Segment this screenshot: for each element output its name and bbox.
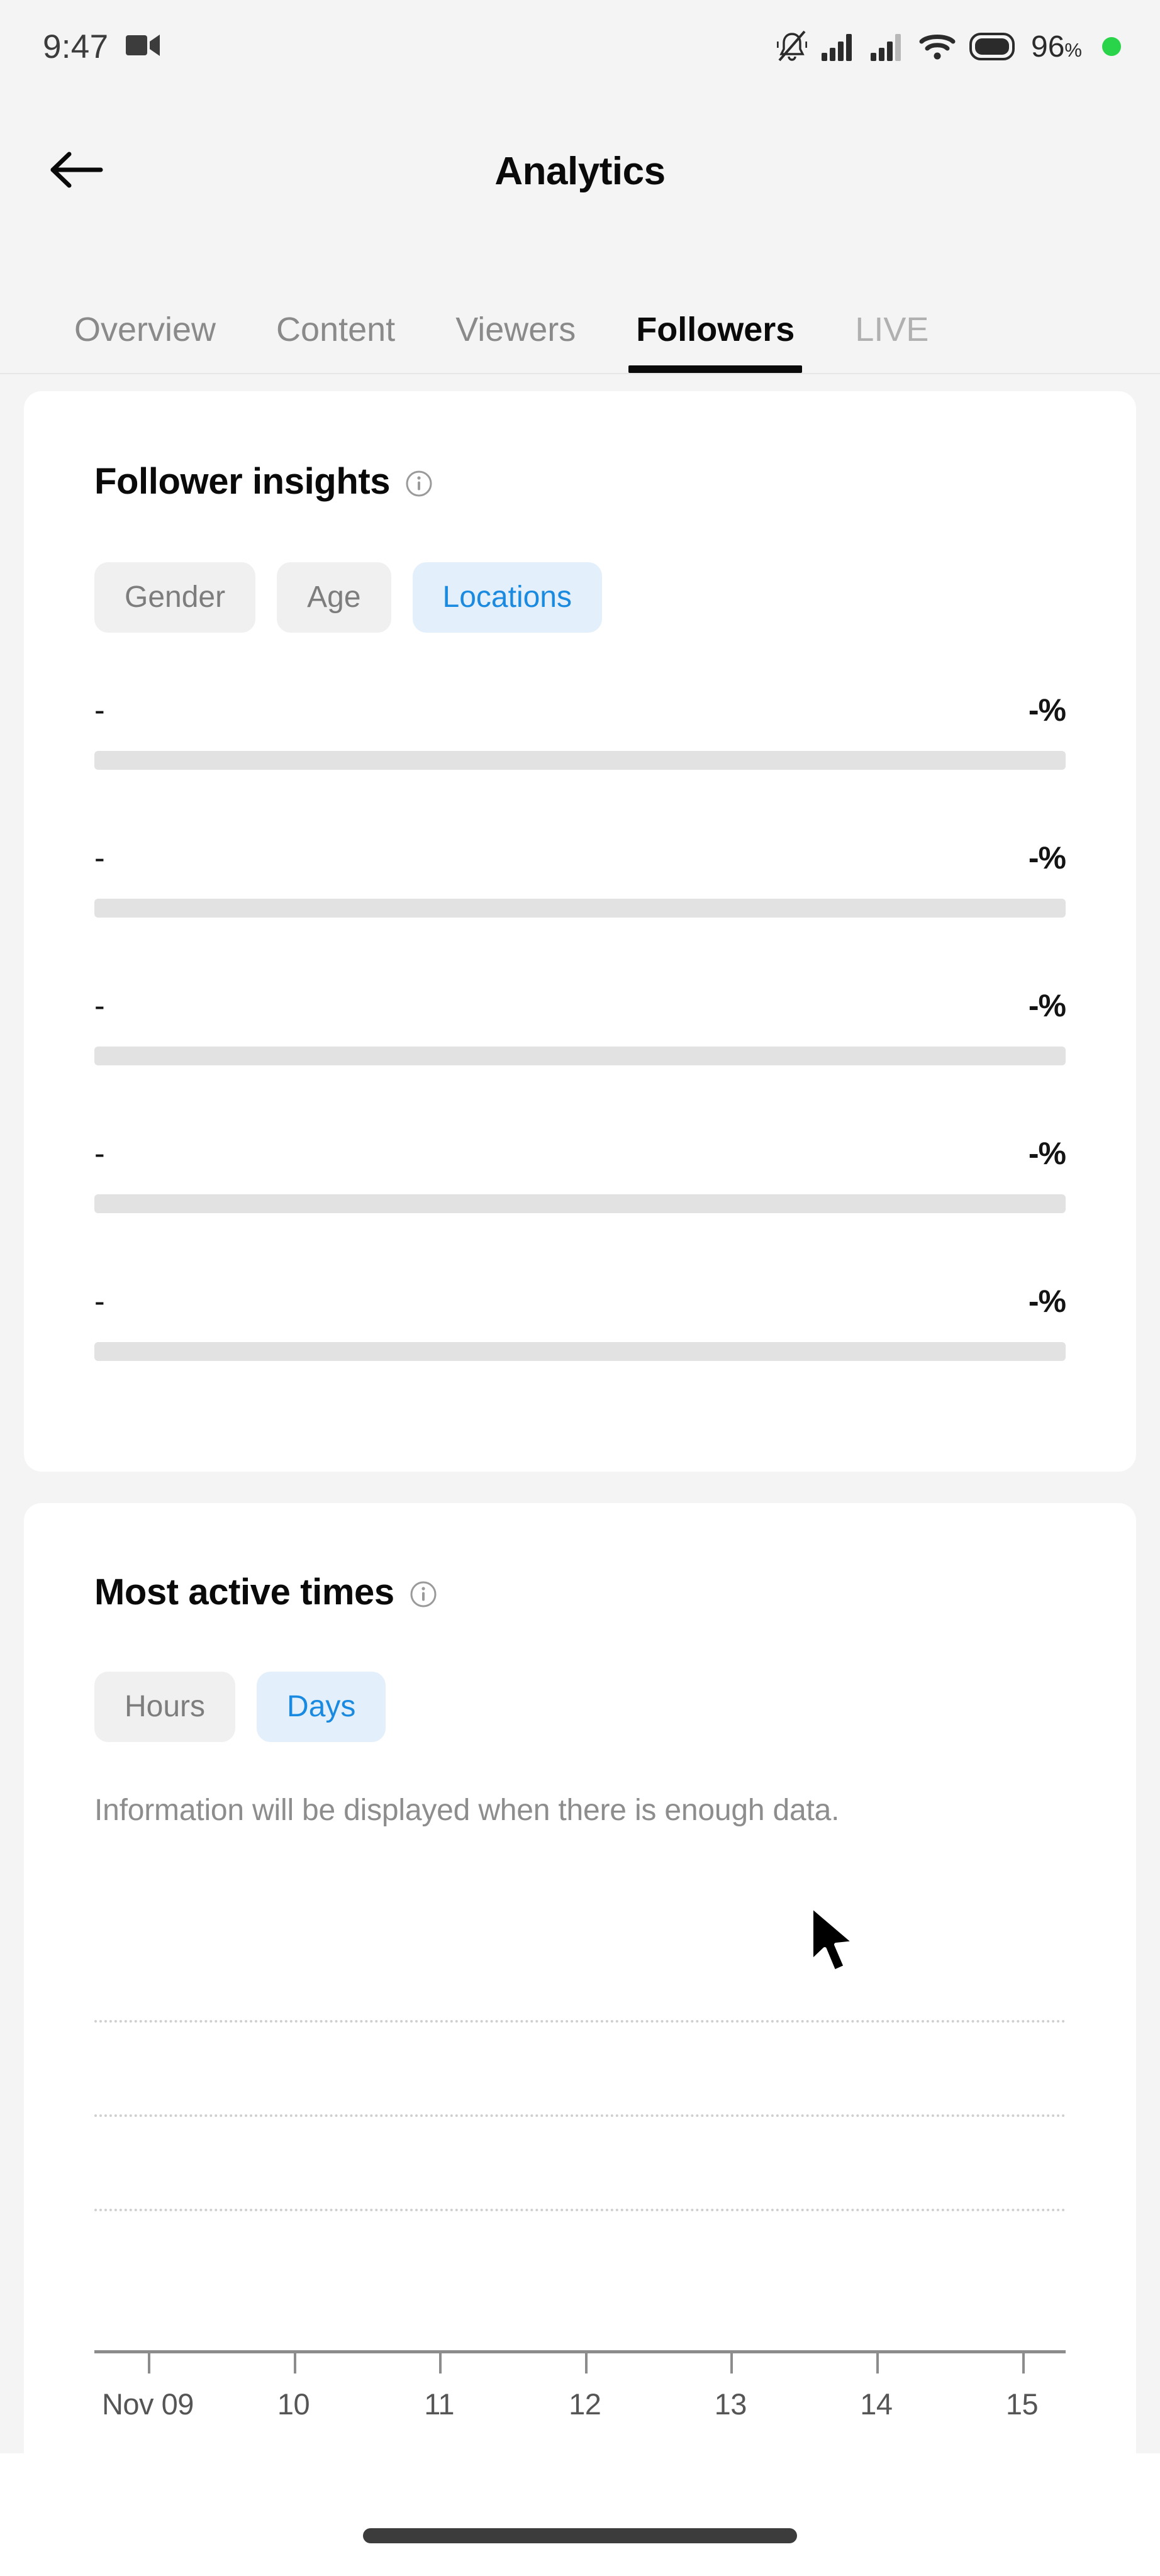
battery-full-icon <box>969 33 1015 60</box>
wifi-icon <box>919 32 956 61</box>
green-status-dot <box>1102 37 1121 56</box>
chart-x-tick <box>876 2352 879 2373</box>
tab-content[interactable]: Content <box>276 310 395 373</box>
chart-gridline <box>94 2209 1066 2211</box>
follower-insights-chip-row: Gender Age Locations <box>94 562 602 633</box>
app-header: Analytics <box>0 93 1160 250</box>
list-item[interactable]: - -% <box>94 840 1066 987</box>
most-active-times-title: Most active times <box>94 1572 394 1613</box>
insight-row-progress-bar <box>94 751 1066 770</box>
insight-row-line: - -% <box>94 1135 1066 1173</box>
follower-insights-rows: - -% - -% - -% - -% - -% <box>94 692 1066 1431</box>
back-button[interactable] <box>42 137 111 206</box>
insight-row-line: - -% <box>94 692 1066 730</box>
chart-x-tick <box>584 2352 588 2373</box>
chart-gridline <box>94 2114 1066 2117</box>
insight-row-value: -% <box>1028 1136 1066 1171</box>
insight-row-value: -% <box>1028 840 1066 875</box>
chart-x-tick <box>730 2352 733 2373</box>
status-bar-left: 9:47 <box>43 28 161 66</box>
status-bar-right: 96% <box>777 30 1121 64</box>
insight-row-line: - -% <box>94 987 1066 1025</box>
bell-muted-icon <box>777 30 808 63</box>
chart-x-tick-label: 12 <box>569 2387 601 2421</box>
most-active-times-header: Most active times <box>94 1571 437 1613</box>
insight-row-value: -% <box>1028 1284 1066 1319</box>
page-title: Analytics <box>494 150 666 193</box>
home-indicator[interactable] <box>363 2528 797 2543</box>
list-item[interactable]: - -% <box>94 692 1066 840</box>
chart-x-tick-labels: Nov 09 10 11 12 13 14 15 <box>94 2371 1066 2421</box>
chart-x-axis <box>94 2350 1066 2353</box>
chart-gridline <box>94 2020 1066 2023</box>
insight-row-progress-bar <box>94 1046 1066 1065</box>
insight-row-label: - <box>94 840 105 875</box>
most-active-times-chip-row: Hours Days <box>94 1672 386 1742</box>
chip-hours[interactable]: Hours <box>94 1672 236 1742</box>
chip-locations[interactable]: Locations <box>412 562 602 633</box>
insight-row-line: - -% <box>94 840 1066 877</box>
chip-gender[interactable]: Gender <box>94 562 256 633</box>
follower-insights-header: Follower insights <box>94 460 433 502</box>
most-active-times-card: Most active times Hours Days Information… <box>24 1503 1136 2487</box>
follower-insights-title: Follower insights <box>94 461 391 502</box>
list-item[interactable]: - -% <box>94 1283 1066 1431</box>
follower-insights-card: Follower insights Gender Age Locations -… <box>24 391 1136 1472</box>
video-camera-icon <box>126 33 161 61</box>
battery-percentage: 96% <box>1031 30 1082 64</box>
chart-x-tick <box>439 2352 442 2373</box>
chart-x-tick <box>1022 2352 1025 2373</box>
chart-x-tick-label: Nov 09 <box>101 2387 194 2421</box>
chart-x-tick-label: 13 <box>714 2387 747 2421</box>
system-navigation-bar <box>0 2453 1160 2576</box>
chart-x-tick-label: 11 <box>424 2387 455 2421</box>
insight-row-value: -% <box>1028 692 1066 728</box>
insight-row-progress-bar <box>94 899 1066 918</box>
tab-followers[interactable]: Followers <box>628 310 803 373</box>
chart-x-tick-label: 15 <box>1005 2387 1039 2421</box>
insight-row-label: - <box>94 1284 105 1319</box>
list-item[interactable]: - -% <box>94 1135 1066 1283</box>
tab-overview[interactable]: Overview <box>74 310 216 373</box>
insight-row-line: - -% <box>94 1283 1066 1321</box>
insight-row-value: -% <box>1028 988 1066 1023</box>
insight-row-label: - <box>94 692 105 728</box>
analytics-tab-bar: Overview Content Viewers Followers LIVE <box>0 250 1160 374</box>
cellular-signal-icon <box>821 32 856 61</box>
chart-x-tick <box>147 2352 150 2373</box>
status-time: 9:47 <box>43 28 109 65</box>
status-bar: 9:47 96 % <box>0 0 1160 93</box>
insight-row-label: - <box>94 988 105 1023</box>
most-active-times-chart: Nov 09 10 11 12 13 14 15 <box>94 2006 1066 2421</box>
insight-row-progress-bar <box>94 1194 1066 1213</box>
list-item[interactable]: - -% <box>94 987 1066 1135</box>
chart-x-tick-label: 10 <box>277 2387 310 2421</box>
app-screen: 9:47 96 % Analytics Overview Content Vie… <box>0 0 1160 2576</box>
tab-live[interactable]: LIVE <box>855 310 929 373</box>
cellular-signal-icon <box>870 32 905 61</box>
arrow-left-icon <box>49 150 103 192</box>
tab-viewers[interactable]: Viewers <box>455 310 576 373</box>
chart-x-tick-label: 14 <box>860 2387 893 2421</box>
info-circle-icon[interactable] <box>410 1580 437 1608</box>
chip-age[interactable]: Age <box>277 562 391 633</box>
insight-row-progress-bar <box>94 1342 1066 1361</box>
info-circle-icon[interactable] <box>405 470 433 497</box>
empty-state-message: Information will be displayed when there… <box>94 1794 840 1827</box>
chip-days[interactable]: Days <box>257 1672 386 1742</box>
insight-row-label: - <box>94 1136 105 1171</box>
chart-x-tick <box>293 2352 296 2373</box>
